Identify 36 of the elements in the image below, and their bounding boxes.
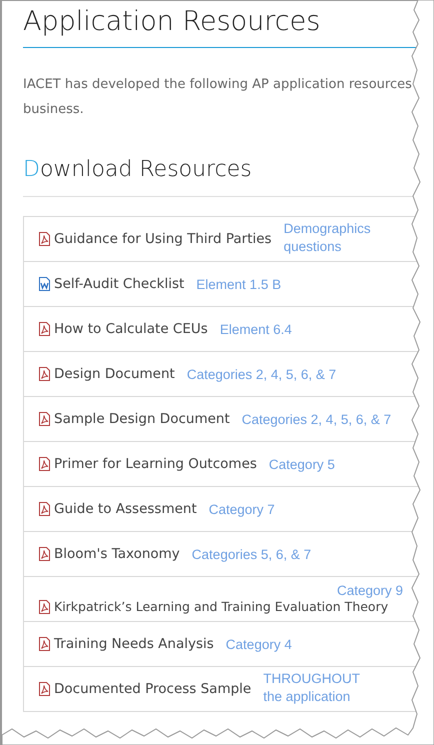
word-file-icon <box>39 277 50 291</box>
resource-link[interactable]: Design Document <box>54 364 175 384</box>
resource-link[interactable]: Kirkpatrick’s Learning and Training Evaluation Theory <box>54 598 388 616</box>
resource-link[interactable]: Documented Process Sample <box>54 678 252 700</box>
pdf-file-icon <box>39 682 50 696</box>
annotation-note: Categories 2, 4, 5, 6, & 7 <box>242 411 392 429</box>
pdf-file-icon <box>39 232 50 246</box>
annotation-note: Category 9 <box>336 582 403 600</box>
annotation-note: Element 1.5 B <box>196 276 282 294</box>
pdf-file-icon <box>39 457 50 471</box>
annotation-note: Category 7 <box>208 501 275 519</box>
resource-link[interactable]: How to Calculate CEUs <box>54 318 208 340</box>
pdf-file-icon <box>39 412 50 426</box>
annotation-note: Element 6.4 <box>220 321 292 339</box>
section-heading: Download Resources <box>23 156 253 184</box>
annotation-note: THROUGHOUT the application <box>263 670 360 706</box>
resource-link[interactable]: Sample Design Document <box>54 408 230 430</box>
pdf-file-icon <box>39 600 50 614</box>
pdf-file-icon <box>39 637 50 651</box>
annotation-note: Demographics questions <box>284 220 371 256</box>
annotation-note: Categories 5, 6, & 7 <box>192 546 312 564</box>
page-title: Application Resources <box>23 5 322 39</box>
resource-link[interactable]: Self-Audit Checklist <box>54 274 184 294</box>
resource-link[interactable]: Guidance for Using Third Parties <box>54 228 272 250</box>
annotation-note: Category 5 <box>268 456 335 474</box>
pdf-file-icon <box>39 502 50 516</box>
pdf-file-icon <box>39 322 50 336</box>
pdf-file-icon <box>39 367 50 381</box>
resource-link[interactable]: Bloom's Taxonomy <box>54 544 180 564</box>
resource-link[interactable]: Primer for Learning Outcomes <box>54 454 257 474</box>
resource-link[interactable]: Training Needs Analysis <box>54 634 214 654</box>
annotation-note: Category 4 <box>226 636 292 654</box>
resource-link[interactable]: Guide to Assessment <box>54 498 197 520</box>
intro-paragraph: IACET has developed the following AP application resources business. <box>23 76 413 119</box>
annotation-note: Categories 2, 4, 5, 6, & 7 <box>186 366 336 384</box>
pdf-file-icon <box>39 547 50 561</box>
